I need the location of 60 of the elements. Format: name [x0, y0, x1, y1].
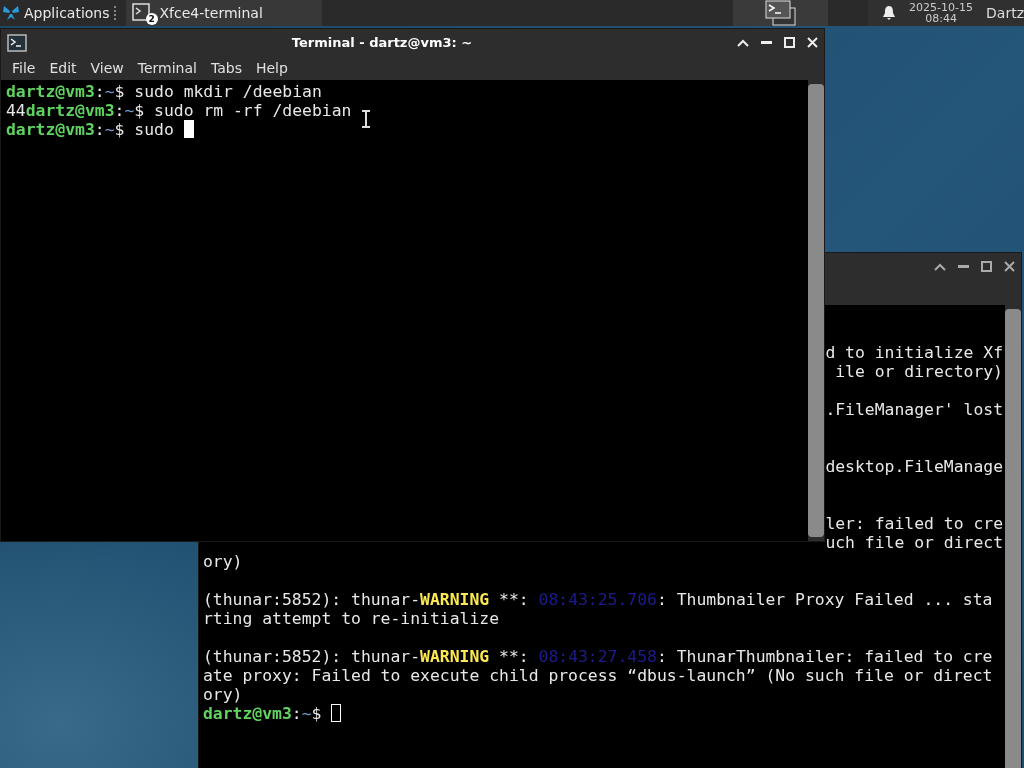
window-count-badge: 2: [145, 13, 158, 25]
workspace-icon[interactable]: [763, 0, 798, 26]
terminal-text: :: [94, 120, 105, 139]
terminal-text: ~: [104, 82, 115, 101]
terminal-icon: [131, 3, 150, 21]
terminal-text: ory): [203, 685, 243, 704]
terminal-text: $ sudo: [114, 120, 175, 139]
notification-bell-icon[interactable]: [882, 5, 897, 21]
terminal-text: .FileManager' lost: [825, 400, 1003, 419]
taskbar-button[interactable]: 2 Xfce4-terminal: [125, 0, 322, 26]
terminal-text: ate proxy: Failed to execute child process “dbus-launch” (No such file or direct: [203, 666, 993, 685]
menu-item[interactable]: Edit: [42, 60, 84, 76]
terminal-text: WARNING: [420, 590, 490, 609]
terminal-text: dartz@vm3: [25, 101, 115, 120]
menu-item[interactable]: Help: [248, 60, 295, 76]
terminal-text: **:: [498, 590, 530, 609]
terminal-text: ~: [301, 704, 312, 723]
terminal-text: 44: [6, 101, 26, 120]
terminal-text: 08:43:27.458: [538, 647, 657, 666]
terminal-text: (thunar:5852): thunar-: [203, 647, 421, 666]
terminal-text: dartz@vm3: [203, 704, 292, 723]
close-icon[interactable]: [1004, 261, 1015, 272]
terminal-text: $ sudo rm -rf /deebian: [134, 101, 352, 120]
terminal-icon: [7, 33, 27, 52]
terminal-text: dartz@vm3: [6, 120, 95, 139]
terminal-text: **:: [498, 647, 530, 666]
shade-icon[interactable]: [934, 262, 946, 271]
applications-menu[interactable]: Applications: [24, 5, 110, 21]
menu-item[interactable]: View: [83, 60, 131, 76]
terminal-text: WARNING: [420, 647, 490, 666]
clock[interactable]: 2025-10-15 08:44: [906, 2, 977, 24]
terminal-text: :: [114, 101, 125, 120]
terminal-text: ~: [104, 120, 115, 139]
terminal-text: : ThunarThumbnailer: failed to cre: [656, 647, 993, 666]
terminal-text: $: [311, 704, 323, 723]
terminal-text: $ sudo mkdir /deebian: [114, 82, 322, 101]
terminal-text: : Thumbnailer Proxy Failed ... sta: [656, 590, 993, 609]
terminal-text: :: [94, 82, 105, 101]
scrollbar-thumb[interactable]: [808, 84, 824, 537]
user-name[interactable]: Dartz: [986, 5, 1024, 21]
terminal-text: desktop.FileManage: [825, 457, 1003, 476]
terminal-text: ler: failed to cre: [825, 514, 1003, 533]
terminal-text: ile or directory): [835, 362, 1003, 381]
terminal-text: d to initialize Xf: [825, 343, 1003, 362]
terminal-text: 08:43:25.706: [538, 590, 657, 609]
menu-item[interactable]: Terminal: [130, 60, 204, 76]
app-menu-icon[interactable]: [2, 4, 20, 22]
terminal-text: dartz@vm3: [6, 82, 95, 101]
terminal-text: uch file or direct: [825, 533, 1003, 552]
terminal-text: :: [291, 704, 302, 723]
terminal-text: ~: [124, 101, 135, 120]
terminal-text: rting attempt to re-initialize: [203, 609, 500, 628]
terminal-text: ory): [203, 552, 243, 571]
terminal-text: (thunar:5852): thunar-: [203, 590, 421, 609]
menu-item[interactable]: File: [5, 60, 43, 76]
text-select-pointer-icon: [361, 110, 371, 128]
window-title: Terminal - dartz@vm3: ~: [290, 35, 474, 50]
menu-item[interactable]: Tabs: [203, 60, 249, 76]
scrollbar-thumb[interactable]: [1005, 309, 1021, 768]
maximize-icon[interactable]: [981, 261, 992, 272]
